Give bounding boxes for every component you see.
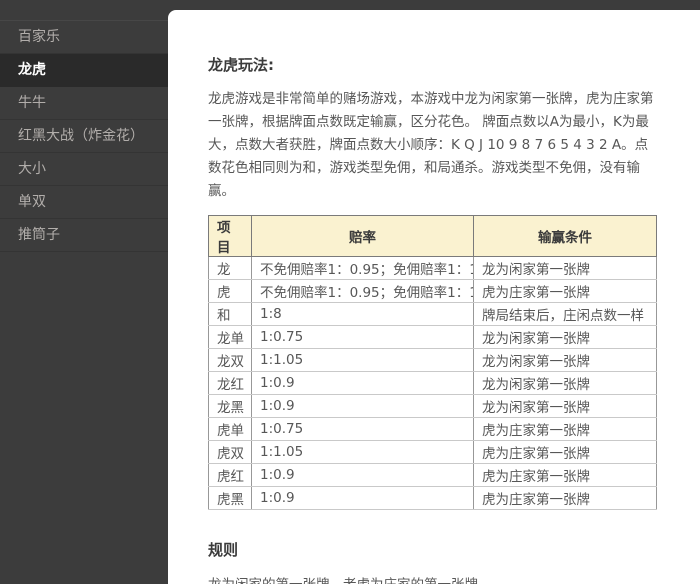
table-header-row: 项目赔率输赢条件 [209,216,657,257]
rules-paragraph: 龙为闲家的第一张牌。老虎为庄家的第一张牌。 [208,577,656,584]
table-cell: 龙为闲家第一张牌 [474,326,657,349]
table-cell: 1:0.75 [252,418,474,441]
sidebar-item-danshuang[interactable]: 单双 [0,186,168,219]
sidebar-item-longhu[interactable]: 龙虎 [0,54,168,87]
sidebar-item-baijiale[interactable]: 百家乐 [0,21,168,54]
table-cell: 虎单 [209,418,252,441]
table-row: 虎红1:0.9虎为庄家第一张牌 [209,464,657,487]
table-cell: 1:0.9 [252,487,474,510]
table-cell: 龙为闲家第一张牌 [474,257,657,280]
table-cell: 虎为庄家第一张牌 [474,464,657,487]
table-cell: 不免佣赔率1：0.95；免佣赔率1：1 [252,257,474,280]
table-header-cell: 赔率 [252,216,474,257]
sidebar-item-daxiao[interactable]: 大小 [0,153,168,186]
table-cell: 龙为闲家第一张牌 [474,395,657,418]
rules-paragraphs: 龙为闲家的第一张牌。老虎为庄家的第一张牌。牌面点数从小到大为A、2、3、4、5、… [208,577,656,584]
table-header-cell: 输赢条件 [474,216,657,257]
table-row: 虎双1:1.05虎为庄家第一张牌 [209,441,657,464]
table-cell: 龙黑 [209,395,252,418]
table-row: 虎黑1:0.9虎为庄家第一张牌 [209,487,657,510]
page: 百家乐龙虎牛牛红黑大战（炸金花）大小单双推筒子 龙虎玩法: 龙虎游戏是非常简单的… [0,0,700,584]
table-cell: 和 [209,303,252,326]
table-row: 龙黑1:0.9龙为闲家第一张牌 [209,395,657,418]
table-cell: 1:0.9 [252,464,474,487]
table-cell: 1:0.75 [252,326,474,349]
rules-heading: 规则 [208,539,656,560]
table-cell: 1:0.9 [252,372,474,395]
table-cell: 虎为庄家第一张牌 [474,441,657,464]
table-cell: 龙为闲家第一张牌 [474,372,657,395]
table-cell: 虎 [209,280,252,303]
table-body: 龙不免佣赔率1：0.95；免佣赔率1：1龙为闲家第一张牌虎不免佣赔率1：0.95… [209,257,657,510]
sidebar-menu: 百家乐龙虎牛牛红黑大战（炸金花）大小单双推筒子 [0,20,168,252]
table-row: 和1:8牌局结束后，庄闲点数一样 [209,303,657,326]
table-cell: 虎为庄家第一张牌 [474,487,657,510]
table-cell: 虎红 [209,464,252,487]
table-cell: 虎双 [209,441,252,464]
sidebar-item-tuitongzi[interactable]: 推筒子 [0,219,168,252]
table-header-cell: 项目 [209,216,252,257]
table-cell: 牌局结束后，庄闲点数一样 [474,303,657,326]
odds-table: 项目赔率输赢条件 龙不免佣赔率1：0.95；免佣赔率1：1龙为闲家第一张牌虎不免… [208,215,657,510]
table-cell: 虎为庄家第一张牌 [474,418,657,441]
table-cell: 龙红 [209,372,252,395]
table-row: 虎单1:0.75虎为庄家第一张牌 [209,418,657,441]
table-cell: 龙单 [209,326,252,349]
sidebar: 百家乐龙虎牛牛红黑大战（炸金花）大小单双推筒子 [0,0,168,584]
table-row: 龙红1:0.9龙为闲家第一张牌 [209,372,657,395]
table-cell: 1:0.9 [252,395,474,418]
table-cell: 1:8 [252,303,474,326]
intro-paragraph: 龙虎游戏是非常简单的赌场游戏，本游戏中龙为闲家第一张牌，虎为庄家第一张牌，根据牌… [208,88,656,203]
table-cell: 1:1.05 [252,349,474,372]
content-panel: 龙虎玩法: 龙虎游戏是非常简单的赌场游戏，本游戏中龙为闲家第一张牌，虎为庄家第一… [168,10,700,584]
sidebar-item-niuniu[interactable]: 牛牛 [0,87,168,120]
table-cell: 1:1.05 [252,441,474,464]
table-cell: 不免佣赔率1：0.95；免佣赔率1：1 [252,280,474,303]
sidebar-item-hongheidazhan[interactable]: 红黑大战（炸金花） [0,120,168,153]
table-row: 龙双1:1.05龙为闲家第一张牌 [209,349,657,372]
table-cell: 龙为闲家第一张牌 [474,349,657,372]
table-row: 龙不免佣赔率1：0.95；免佣赔率1：1龙为闲家第一张牌 [209,257,657,280]
table-cell: 龙 [209,257,252,280]
table-row: 虎不免佣赔率1：0.95；免佣赔率1：1虎为庄家第一张牌 [209,280,657,303]
page-title: 龙虎玩法: [208,54,656,75]
table-cell: 虎为庄家第一张牌 [474,280,657,303]
table-cell: 虎黑 [209,487,252,510]
table-row: 龙单1:0.75龙为闲家第一张牌 [209,326,657,349]
table-cell: 龙双 [209,349,252,372]
